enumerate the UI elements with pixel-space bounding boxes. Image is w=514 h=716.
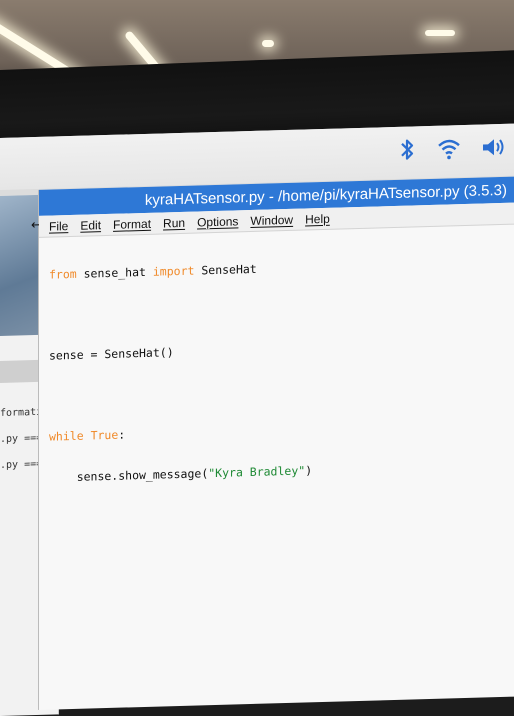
code-text: sense = SenseHat() xyxy=(49,345,174,363)
code-line: from sense_hat import SenseHat xyxy=(49,256,509,282)
menu-options[interactable]: Options xyxy=(197,214,238,229)
code-text: sense.show_message( xyxy=(49,465,209,485)
code-string: "Kyra Bradley" xyxy=(208,462,306,480)
system-tray xyxy=(396,134,506,163)
code-text: : xyxy=(118,427,126,442)
menu-window[interactable]: Window xyxy=(250,212,293,227)
code-line: while True: xyxy=(49,418,509,444)
code-editor[interactable]: from sense_hat import SenseHat sense = S… xyxy=(49,229,509,512)
code-text: sense_hat xyxy=(76,264,153,281)
menu-edit[interactable]: Edit xyxy=(80,218,101,233)
code-keyword: from xyxy=(49,266,77,282)
code-text: SenseHat xyxy=(194,261,257,278)
volume-icon[interactable] xyxy=(480,134,506,161)
screen: formation .py ===== .py ===== kyraHATsen… xyxy=(0,123,514,716)
code-line: sense.show_message("Kyra Bradley") xyxy=(49,458,509,484)
code-keyword: import xyxy=(152,263,195,279)
menu-format[interactable]: Format xyxy=(113,216,151,231)
code-text: ) xyxy=(305,462,313,477)
wifi-icon[interactable] xyxy=(436,135,462,162)
menu-run[interactable]: Run xyxy=(163,215,185,230)
ceiling-light xyxy=(262,40,274,47)
menu-file[interactable]: File xyxy=(49,219,68,234)
code-keyword: True xyxy=(90,427,119,443)
ceiling-light xyxy=(425,30,455,36)
idle-editor-window[interactable]: kyraHATsensor.py - /home/pi/kyraHATsenso… xyxy=(31,176,514,710)
menu-help[interactable]: Help xyxy=(305,211,330,226)
code-keyword: while xyxy=(49,428,84,444)
bluetooth-icon[interactable] xyxy=(396,136,418,163)
code-line: sense = SenseHat() xyxy=(49,337,509,363)
